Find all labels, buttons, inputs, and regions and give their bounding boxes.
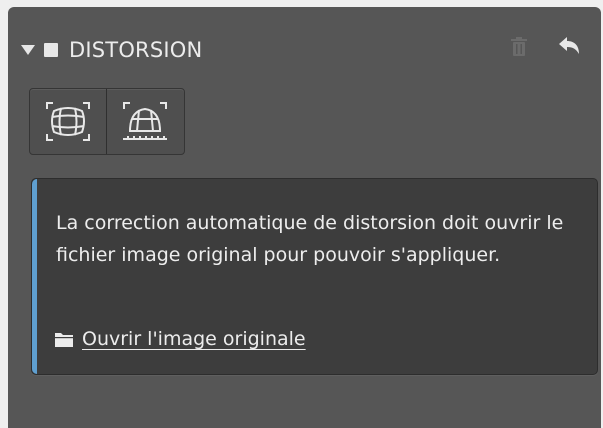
info-accent-bar <box>32 179 37 374</box>
section-header: DISTORSION <box>21 33 202 67</box>
auto-distortion-button[interactable] <box>30 89 106 154</box>
info-message-box: La correction automatique de distorsion … <box>31 178 598 375</box>
open-original-link[interactable]: Ouvrir l'image originale <box>82 328 306 350</box>
trash-icon[interactable] <box>510 37 528 57</box>
perspective-grid-icon <box>123 102 167 140</box>
reset-arrow-icon[interactable] <box>556 35 582 57</box>
distortion-tool-group <box>29 88 185 155</box>
auto-distortion-icon <box>46 102 90 141</box>
section-title: DISTORSION <box>69 38 203 62</box>
distortion-panel: DISTORSION La correction automatique de … <box>8 7 601 428</box>
info-message: La correction automatique de distorsion … <box>56 212 564 266</box>
open-original-link-row[interactable]: Ouvrir l'image originale <box>54 328 306 350</box>
folder-icon <box>55 333 73 347</box>
enable-checkbox[interactable] <box>44 43 58 57</box>
perspective-grid-button[interactable] <box>106 89 183 154</box>
disclosure-triangle-icon[interactable] <box>21 45 35 55</box>
